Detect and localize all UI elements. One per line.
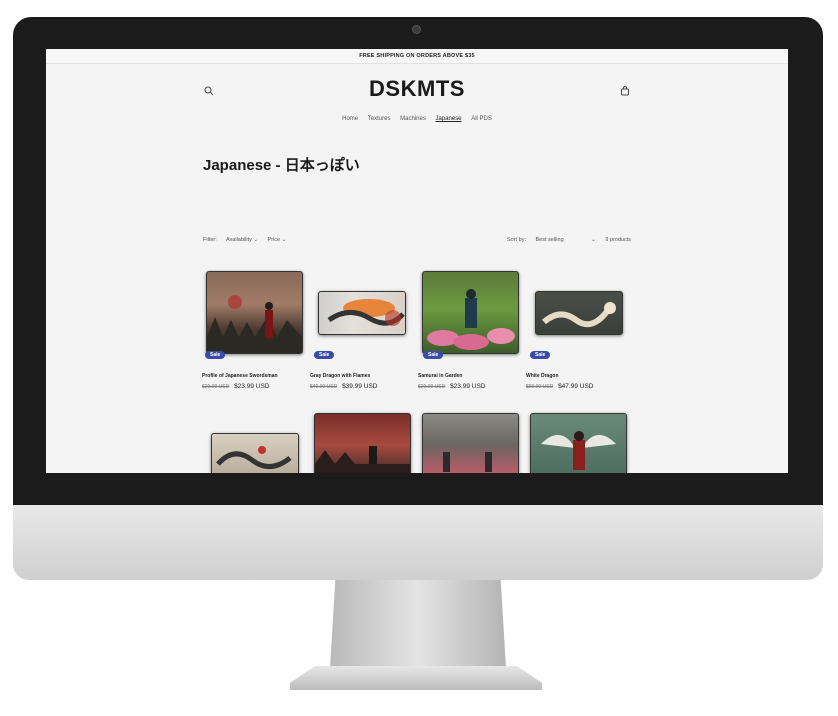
- product-image-winged-samurai[interactable]: [530, 413, 627, 473]
- monitor-base: [290, 666, 542, 690]
- sale-badge: Sale: [205, 351, 226, 359]
- site-header: DSKMTS Home Textures Machines Japanese A…: [46, 64, 788, 142]
- product-price: $29.99 USD $23.99 USD: [202, 383, 269, 390]
- sale-badge: Sale: [530, 351, 551, 359]
- nav-textures[interactable]: Textures: [368, 116, 391, 122]
- sort-chevron-icon[interactable]: ⌄: [591, 237, 596, 243]
- product-image-swordsman[interactable]: [206, 271, 303, 354]
- filter-bar: Filter: Availability ⌄ Price ⌄ Sort by: …: [203, 237, 631, 243]
- product-name[interactable]: Samurai in Garden: [418, 373, 462, 379]
- product-price: $29.99 USD $23.99 USD: [418, 383, 485, 390]
- filter-label: Filter:: [203, 237, 217, 243]
- product-image-samurai-red[interactable]: [314, 413, 411, 473]
- nav-japanese[interactable]: Japanese: [436, 116, 462, 122]
- browser-screen: FREE SHIPPING ON ORDERS ABOVE $35 DSKMTS…: [46, 49, 788, 473]
- product-image-white-dragon[interactable]: [535, 291, 623, 335]
- product-sale-price: $39.99 USD: [342, 383, 378, 390]
- camera: [412, 25, 421, 34]
- sale-badge: Sale: [314, 351, 335, 359]
- main-nav: Home Textures Machines Japanese All PDS: [46, 116, 788, 122]
- announcement-bar: FREE SHIPPING ON ORDERS ABOVE $35: [46, 49, 788, 64]
- monitor-chin: [13, 505, 823, 580]
- product-old-price: $29.99 USD: [202, 384, 230, 390]
- product-image-samurai-garden[interactable]: [422, 271, 519, 354]
- sort-select[interactable]: Best selling: [536, 237, 564, 243]
- site-logo[interactable]: DSKMTS: [46, 76, 788, 102]
- product-image-gray-dragon[interactable]: [318, 291, 406, 335]
- product-name[interactable]: White Dragon: [526, 373, 559, 379]
- product-sale-price: $23.99 USD: [234, 383, 270, 390]
- filter-availability[interactable]: Availability ⌄: [226, 237, 258, 243]
- product-sale-price: $23.99 USD: [450, 383, 486, 390]
- nav-machines[interactable]: Machines: [400, 116, 426, 122]
- product-count: 9 products: [605, 237, 631, 243]
- product-old-price: $59.99 USD: [526, 384, 554, 390]
- product-name[interactable]: Gray Dragon with Flames: [310, 373, 370, 379]
- product-old-price: $49.99 USD: [310, 384, 338, 390]
- product-old-price: $29.99 USD: [418, 384, 446, 390]
- page-title: Japanese - 日本っぽい: [203, 157, 360, 174]
- sale-badge: Sale: [423, 351, 444, 359]
- cart-icon[interactable]: [620, 86, 630, 96]
- filter-price[interactable]: Price ⌄: [268, 237, 287, 243]
- nav-home[interactable]: Home: [342, 116, 358, 122]
- product-price: $49.99 USD $39.99 USD: [310, 383, 377, 390]
- nav-all-pds[interactable]: All PDS: [471, 116, 492, 122]
- product-sale-price: $47.99 USD: [558, 383, 594, 390]
- sort-label: Sort by:: [507, 237, 526, 243]
- product-price: $59.99 USD $47.99 USD: [526, 383, 593, 390]
- product-image-samurai-field[interactable]: [422, 413, 519, 473]
- product-image-dragon-blossoms[interactable]: [211, 433, 299, 473]
- product-name[interactable]: Profile of Japanese Swordsman: [202, 373, 278, 379]
- monitor-stand: [330, 580, 506, 668]
